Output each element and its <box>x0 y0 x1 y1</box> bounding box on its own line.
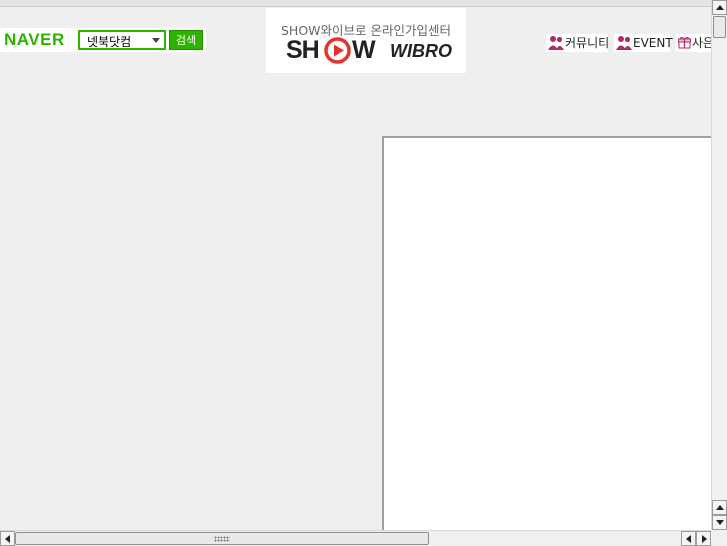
arrow-left-icon <box>5 535 10 543</box>
window-top-edge <box>0 0 711 7</box>
event-link[interactable]: EVENT <box>614 34 673 52</box>
vertical-scrollbar[interactable] <box>711 0 727 530</box>
naver-search-query: 넷북닷컴 <box>87 35 132 49</box>
horizontal-scrollbar[interactable] <box>0 530 711 546</box>
arrow-up-icon <box>716 5 724 10</box>
arrow-down-icon <box>716 520 724 525</box>
arrow-right-icon <box>702 535 707 543</box>
scroll-right-button[interactable] <box>696 531 711 546</box>
naver-search-input[interactable]: 넷북닷컴 <box>78 30 166 50</box>
brand-show-w: W <box>352 36 376 64</box>
event-link-label: EVENT <box>633 36 673 50</box>
scrollbar-corner <box>711 530 727 545</box>
content-frame <box>382 136 712 536</box>
naver-search-button[interactable]: 검색 <box>169 30 203 50</box>
gift-link[interactable]: 사은 <box>676 34 711 52</box>
scroll-up-button-bottom[interactable] <box>712 500 727 515</box>
vertical-scroll-thumb[interactable] <box>713 16 726 38</box>
people-icon <box>548 36 564 50</box>
arrow-left-icon <box>686 535 691 543</box>
brand-wibro: WIBRO <box>390 41 452 61</box>
gift-link-label: 사은 <box>692 36 711 50</box>
horizontal-scroll-thumb[interactable] <box>15 532 429 545</box>
gift-icon <box>678 36 691 49</box>
naver-logo[interactable]: NAVER <box>4 30 65 50</box>
play-button-icon <box>324 37 351 64</box>
scroll-up-button[interactable] <box>712 0 727 15</box>
scroll-left-button[interactable] <box>0 531 15 546</box>
community-link[interactable]: 커뮤니티 <box>546 34 610 52</box>
grip-icon <box>214 536 230 542</box>
community-link-label: 커뮤니티 <box>565 36 610 50</box>
people-icon <box>616 36 632 50</box>
scroll-down-button[interactable] <box>712 515 727 530</box>
show-wibro-banner[interactable]: SHOW와이브로 온라인가입센터 SH W WIBRO <box>266 8 466 73</box>
arrow-up-icon <box>716 505 724 510</box>
dropdown-arrow-icon[interactable] <box>152 38 160 43</box>
brand-show-sh: SH <box>286 36 320 64</box>
scroll-left-button-right[interactable] <box>681 531 696 546</box>
